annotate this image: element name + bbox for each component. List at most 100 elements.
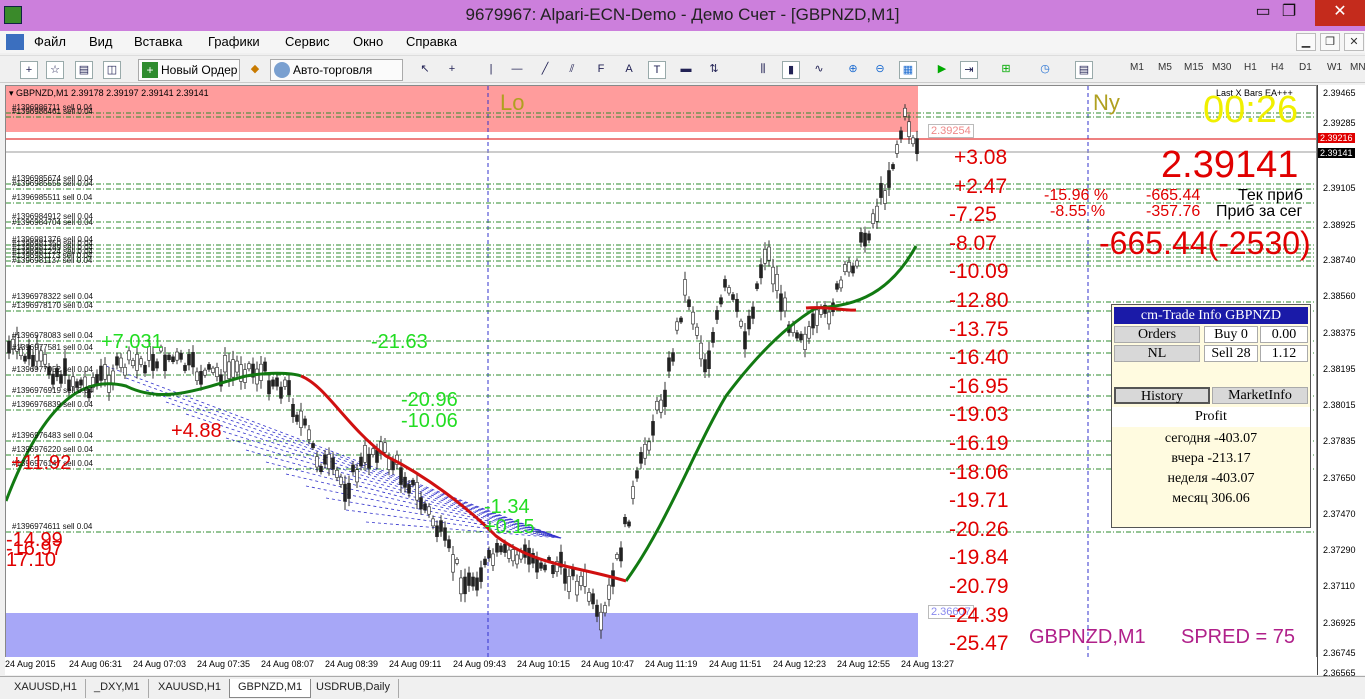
tf-h1[interactable]: H1 <box>1244 62 1257 73</box>
autotrading-button[interactable]: Авто-торговля <box>270 59 403 81</box>
text-icon[interactable]: A <box>620 61 638 79</box>
price-tick: 2.36745 <box>1323 648 1356 658</box>
rectangle-icon[interactable]: ▬ <box>677 61 695 79</box>
tf-m5[interactable]: M5 <box>1158 62 1172 73</box>
navigator-icon[interactable]: ◫ <box>103 61 121 79</box>
candle-body <box>227 361 231 379</box>
nl-button[interactable]: NL <box>1114 345 1200 362</box>
chart-shift-icon[interactable]: ⇥ <box>960 61 978 79</box>
order-label: #1396978170 sell 0.04 <box>12 301 93 310</box>
market-watch-icon[interactable]: ▤ <box>75 61 93 79</box>
indicators-icon[interactable]: ⊞ <box>997 61 1015 79</box>
history-button[interactable]: History <box>1114 387 1210 404</box>
tf-m15[interactable]: M15 <box>1184 62 1203 73</box>
line-chart-icon[interactable]: ∿ <box>810 61 828 79</box>
menu-bar: Файл Вид Вставка Графики Сервис Окно Спр… <box>0 31 1365 53</box>
price-axis[interactable]: 2.39465 2.39285 2.39216 2.39141 2.39105 2.389… <box>1317 85 1365 678</box>
candles-icon[interactable]: ▮ <box>782 61 800 79</box>
close-button[interactable]: ✕ <box>1315 0 1365 26</box>
candle-body <box>491 553 495 566</box>
candle-body <box>375 449 379 463</box>
tab-gbpnzd-m1[interactable]: GBPNZD,M1 <box>229 679 312 698</box>
new-order-button[interactable]: + Новый Ордер <box>138 59 240 81</box>
candle-body <box>423 503 427 511</box>
candle-body <box>111 370 115 385</box>
vertical-line-icon[interactable]: | <box>482 61 500 79</box>
periods-icon[interactable]: ◷ <box>1036 61 1054 79</box>
tf-d1[interactable]: D1 <box>1299 62 1312 73</box>
symbol-header-text: GBPNZD,M1 2.39178 2.39197 2.39141 2.3914… <box>16 88 209 98</box>
menu-tools[interactable]: Сервис <box>285 34 330 49</box>
menu-help[interactable]: Справка <box>406 34 457 49</box>
tf-mn[interactable]: MN <box>1350 62 1365 73</box>
candle-body <box>95 374 99 385</box>
candle-body <box>299 410 303 428</box>
candle-body <box>479 567 483 582</box>
candle-body <box>195 371 199 381</box>
candle-body <box>279 386 283 399</box>
chart-area[interactable]: ▾ GBPNZD,M1 2.39178 2.39197 2.39141 2.39… <box>5 85 1317 675</box>
time-tick: 24 Aug 06:31 <box>69 659 123 669</box>
tf-h4[interactable]: H4 <box>1271 62 1284 73</box>
candle-body <box>319 465 323 473</box>
marketinfo-button[interactable]: MarketInfo <box>1212 387 1308 404</box>
profiles-icon[interactable]: ☆ <box>46 61 64 79</box>
candle-body <box>535 558 539 573</box>
ladder-value: -19.84 <box>949 546 1009 570</box>
maximize-button[interactable]: ❐ <box>1269 0 1309 26</box>
candle-body <box>735 298 739 312</box>
menu-insert[interactable]: Вставка <box>134 34 182 49</box>
menu-charts[interactable]: Графики <box>208 34 260 49</box>
templates-icon[interactable]: ▤ <box>1075 61 1093 79</box>
bar-chart-icon[interactable]: ⫼ <box>754 61 772 79</box>
chart-window-icon[interactable] <box>6 34 24 50</box>
crosshair-icon[interactable]: + <box>443 61 461 79</box>
arrows-icon[interactable]: ⇅ <box>705 61 723 79</box>
trendline-icon[interactable]: ╱ <box>536 61 554 79</box>
time-tick: 24 Aug 08:39 <box>325 659 379 669</box>
candle-body <box>215 367 219 377</box>
candle-body <box>739 320 743 327</box>
tab-xauusd-h1[interactable]: XAUUSD,H1 <box>6 679 86 698</box>
text-label-icon[interactable]: T <box>648 61 666 79</box>
orders-button[interactable]: Orders <box>1114 326 1200 343</box>
zoom-in-icon[interactable]: ⊕ <box>844 61 862 79</box>
candle-body <box>907 121 911 137</box>
mdi-restore-button[interactable]: ❐ <box>1320 33 1340 51</box>
candle-body <box>655 401 659 411</box>
horizontal-line-icon[interactable]: — <box>508 61 526 79</box>
candle-body <box>331 457 335 470</box>
candle-body <box>583 570 587 587</box>
candle-body <box>407 484 411 494</box>
tf-m1[interactable]: M1 <box>1130 62 1144 73</box>
zoom-out-icon[interactable]: ⊖ <box>871 61 889 79</box>
cursor-icon[interactable]: ↖ <box>416 61 434 79</box>
tf-m30[interactable]: M30 <box>1212 62 1231 73</box>
red-profit-label: +4.88 <box>171 420 222 442</box>
fibonacci-icon[interactable]: F <box>592 61 610 79</box>
metaeditor-icon[interactable]: ◆ <box>246 61 264 79</box>
candle-body <box>719 297 723 305</box>
mdi-minimize-button[interactable]: ▁ <box>1296 33 1316 51</box>
tab-dxy-m1[interactable]: _DXY,M1 <box>86 679 149 698</box>
time-axis[interactable]: 24 Aug 2015 24 Aug 06:31 24 Aug 07:03 24 Au… <box>5 657 1317 675</box>
tf-w1[interactable]: W1 <box>1327 62 1342 73</box>
price-tick: 2.38195 <box>1323 364 1356 374</box>
tab-xauusd-h1-2[interactable]: XAUUSD,H1 <box>150 679 230 698</box>
menu-file[interactable]: Файл <box>34 34 66 49</box>
profit-week: неделя -403.07 <box>1167 471 1255 486</box>
red-profit-label: 17.10 <box>6 549 57 571</box>
channel-icon[interactable]: ⫽ <box>563 61 581 79</box>
menu-view[interactable]: Вид <box>89 34 113 49</box>
candle-body <box>175 351 179 361</box>
tile-icon[interactable]: ▦ <box>899 61 917 79</box>
tab-usdrub-daily[interactable]: USDRUB,Daily <box>308 679 399 698</box>
autoscroll-icon[interactable]: ▶ <box>933 61 951 79</box>
mdi-close-button[interactable]: ✕ <box>1344 33 1364 51</box>
candle-body <box>855 260 859 267</box>
menu-window[interactable]: Окно <box>353 34 383 49</box>
candle-body <box>59 374 63 384</box>
green-profit-label: -21.63 <box>371 331 428 353</box>
candle-body <box>283 379 287 387</box>
new-chart-icon[interactable]: + <box>20 61 38 79</box>
